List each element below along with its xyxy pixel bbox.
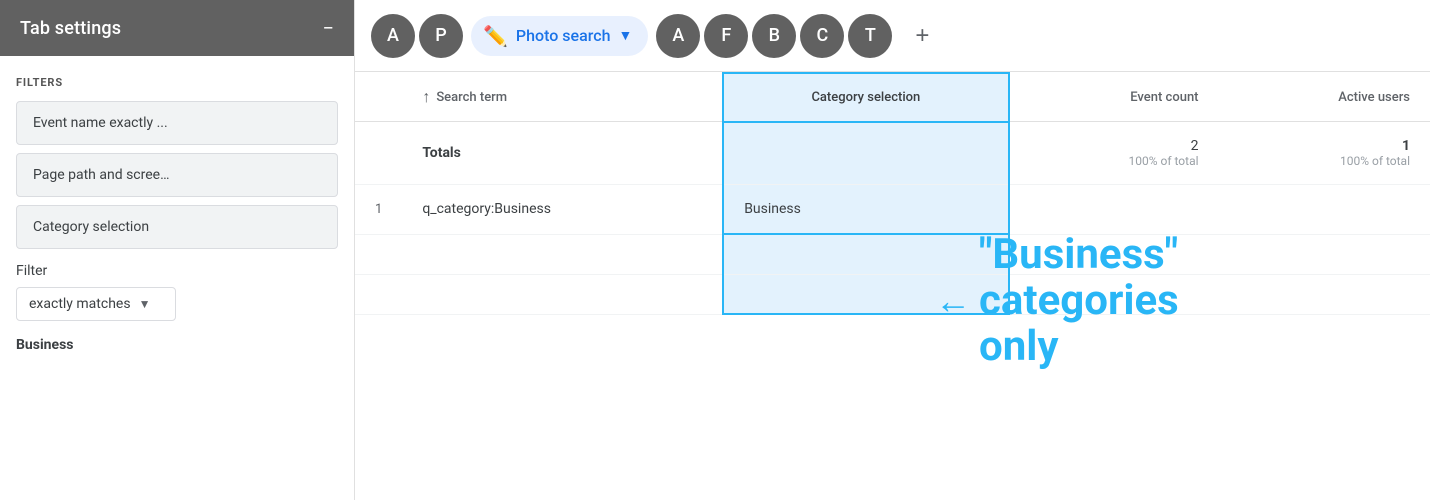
tab-avatar-b[interactable]: B: [752, 14, 796, 58]
data-table: ↑ Search term Category selection Event c…: [355, 72, 1430, 315]
filter-pill-page-path[interactable]: Page path and scree…: [16, 153, 338, 197]
table-totals-row: Totals 2 100% of total 1 100% of total: [355, 122, 1430, 185]
totals-event-count: 2 100% of total: [1009, 122, 1219, 185]
cell-event-count-1: [1009, 185, 1219, 235]
col-header-search-term: ↑ Search term: [402, 73, 723, 122]
cell-category-spacer-1: [723, 234, 1008, 274]
cell-active-users-1: [1219, 185, 1430, 235]
totals-active-users: 1 100% of total: [1219, 122, 1430, 185]
totals-rownum: [355, 122, 402, 185]
sidebar-minimize-button[interactable]: −: [323, 18, 334, 38]
col-header-active-users: Active users: [1219, 73, 1430, 122]
col-header-category: Category selection: [723, 73, 1008, 122]
tab-avatar-p[interactable]: P: [419, 14, 463, 58]
filter-operator-dropdown[interactable]: exactly matches ▼: [16, 287, 176, 321]
edit-icon: ✏️: [483, 24, 508, 48]
tab-avatar-f[interactable]: F: [704, 14, 748, 58]
filters-section-label: FILTERS: [16, 76, 338, 89]
filter-pill-event-name[interactable]: Event name exactly ...: [16, 101, 338, 145]
cell-category-spacer-2: [723, 274, 1008, 314]
tab-avatar-a2[interactable]: A: [656, 14, 700, 58]
sidebar-body: FILTERS Event name exactly ... Page path…: [0, 56, 354, 500]
chevron-down-icon: ▼: [139, 297, 151, 311]
main-content: A P ✏️ Photo search ▼ A F B C T +: [355, 0, 1430, 500]
tab-avatar-c[interactable]: C: [800, 14, 844, 58]
table-header-row: ↑ Search term Category selection Event c…: [355, 73, 1430, 122]
table-row: 1 q_category:Business Business: [355, 185, 1430, 235]
filter-pill-category[interactable]: Category selection: [16, 205, 338, 249]
table-area: ↑ Search term Category selection Event c…: [355, 72, 1430, 500]
cell-category-1: Business: [723, 185, 1008, 235]
col-header-event-count: Event count: [1009, 73, 1219, 122]
tab-bar: A P ✏️ Photo search ▼ A F B C T +: [355, 0, 1430, 72]
table-row-spacer-1: [355, 234, 1430, 274]
tab-photo-search[interactable]: ✏️ Photo search ▼: [471, 16, 648, 56]
tab-add-button[interactable]: +: [900, 14, 944, 58]
sidebar-title: Tab settings: [20, 18, 121, 39]
col-header-rownum: [355, 73, 402, 122]
filter-operator-label: exactly matches: [29, 296, 131, 312]
sidebar: Tab settings − FILTERS Event name exactl…: [0, 0, 355, 500]
sort-up-icon: ↑: [422, 87, 430, 107]
tab-chevron-icon: ▼: [618, 27, 632, 44]
filter-value: Business: [16, 333, 338, 357]
totals-label: Totals: [402, 122, 723, 185]
tab-avatar-t[interactable]: T: [848, 14, 892, 58]
cell-rownum-1: 1: [355, 185, 402, 235]
cell-search-term-1: q_category:Business: [402, 185, 723, 235]
sidebar-header: Tab settings −: [0, 0, 354, 56]
filter-dropdown-row: exactly matches ▼: [16, 287, 338, 321]
table-row-spacer-2: [355, 274, 1430, 314]
tab-avatar-a1[interactable]: A: [371, 14, 415, 58]
totals-category: [723, 122, 1008, 185]
filter-section-label: Filter: [16, 263, 338, 279]
tab-photo-search-label: Photo search: [516, 26, 611, 45]
